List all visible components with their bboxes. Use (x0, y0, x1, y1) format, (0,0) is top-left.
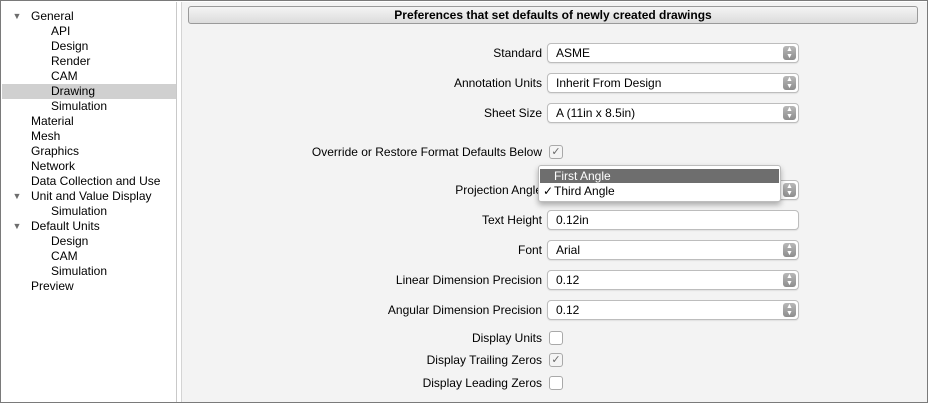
select-value: 0.12in (556, 213, 589, 227)
sidebar-item-cam[interactable]: CAM (2, 69, 176, 84)
sidebar-item-label: Default Units (31, 219, 100, 233)
up-down-stepper-icon[interactable]: ▲ ▼ (783, 106, 796, 120)
sidebar-item-label: Network (31, 159, 76, 173)
sidebar-item-cam[interactable]: CAM (2, 249, 176, 264)
checkmark-icon: ✓ (551, 354, 561, 366)
up-down-stepper-icon[interactable]: ▲ ▼ (783, 273, 796, 287)
sidebar-item-preview[interactable]: Preview (2, 279, 176, 294)
sidebar-item-label: Unit and Value Display (31, 189, 152, 203)
linear-precision-select[interactable]: 0.12 ▲ ▼ (547, 270, 799, 290)
sidebar-item-label: API (51, 24, 71, 38)
sidebar-item-label: CAM (51, 69, 78, 83)
section-header: Preferences that set defaults of newly c… (188, 6, 918, 24)
sheet-size-select[interactable]: A (11in x 8.5in) ▲ ▼ (547, 103, 799, 123)
angular-precision-label: Angular Dimension Precision (387, 303, 542, 317)
sidebar-item-api[interactable]: API (2, 24, 176, 39)
display-trailing-zeros-checkbox[interactable]: ✓ (549, 353, 563, 367)
up-down-stepper-icon[interactable]: ▲ ▼ (783, 76, 796, 90)
override-label: Override or Restore Format Defaults Belo… (311, 145, 542, 159)
display-units-label: Display Units (471, 331, 542, 345)
sidebar-item-label: Simulation (51, 204, 108, 218)
sidebar-item-render[interactable]: Render (2, 54, 176, 69)
sidebar-item-label: Preview (31, 279, 74, 293)
checkmark-icon: ✓ (551, 146, 561, 158)
sidebar-item-default-units[interactable]: ▼ Default Units (2, 219, 176, 234)
sidebar-item-label: Render (51, 54, 91, 68)
up-down-stepper-icon[interactable]: ▲ ▼ (783, 46, 796, 60)
sidebar-item-simulation[interactable]: Simulation (2, 204, 176, 219)
sidebar-item-data-collection[interactable]: Data Collection and Use (2, 174, 176, 189)
sidebar-item-graphics[interactable]: Graphics (2, 144, 176, 159)
display-leading-zeros-label: Display Leading Zeros (422, 376, 542, 390)
up-down-stepper-icon[interactable]: ▲ ▼ (783, 303, 796, 317)
triangle-down-icon[interactable]: ▼ (12, 189, 22, 204)
annotation-units-select[interactable]: Inherit From Design ▲ ▼ (547, 73, 799, 93)
angular-precision-select[interactable]: 0.12 ▲ ▼ (547, 300, 799, 320)
up-down-stepper-icon[interactable]: ▲ ▼ (783, 183, 796, 197)
text-height-field[interactable]: 0.12in (547, 210, 799, 230)
sidebar-item-design[interactable]: Design (2, 234, 176, 249)
sidebar-item-label: Design (51, 39, 89, 53)
select-value: A (11in x 8.5in) (556, 106, 636, 120)
font-select[interactable]: Arial ▲ ▼ (547, 240, 799, 260)
sidebar-item-label: Simulation (51, 99, 108, 113)
select-value: ASME (556, 46, 591, 60)
menu-item-third-angle[interactable]: ✓ Third Angle (540, 184, 779, 198)
checkmark-icon: ✓ (543, 184, 554, 198)
sidebar-item-mesh[interactable]: Mesh (2, 129, 176, 144)
projection-angle-label: Projection Angle (455, 183, 542, 197)
projection-angle-dropdown-menu[interactable]: First Angle ✓ Third Angle (538, 165, 781, 202)
menu-item-label: Third Angle (554, 184, 615, 198)
sidebar-item-label: Data Collection and Use (31, 174, 161, 188)
drawing-preferences-panel: Preferences that set defaults of newly c… (181, 2, 927, 402)
preferences-window: ▼ General API Design Render CAM Drawing … (0, 0, 928, 403)
up-down-stepper-icon[interactable]: ▲ ▼ (783, 243, 796, 257)
display-leading-zeros-checkbox[interactable] (549, 376, 563, 390)
sidebar-item-design[interactable]: Design (2, 39, 176, 54)
select-value: Inherit From Design (556, 76, 662, 90)
sidebar-item-label: Graphics (31, 144, 80, 158)
display-units-checkbox[interactable] (549, 331, 563, 345)
linear-precision-label: Linear Dimension Precision (395, 273, 542, 287)
sidebar-item-unit-value-display[interactable]: ▼ Unit and Value Display (2, 189, 176, 204)
sidebar-item-label: General (31, 9, 74, 23)
sidebar-item-general[interactable]: ▼ General (2, 9, 176, 24)
sidebar-item-simulation[interactable]: Simulation (2, 99, 176, 114)
triangle-down-icon[interactable]: ▼ (12, 219, 22, 234)
sidebar-item-drawing[interactable]: Drawing (2, 84, 176, 99)
sidebar-item-label: Design (51, 234, 89, 248)
sidebar-item-simulation[interactable]: Simulation (2, 264, 176, 279)
text-height-label: Text Height (481, 213, 542, 227)
select-value: 0.12 (556, 303, 580, 317)
sidebar-item-label: Drawing (51, 84, 96, 98)
sidebar-item-label: Mesh (31, 129, 61, 143)
triangle-down-icon[interactable]: ▼ (12, 9, 22, 24)
standard-select[interactable]: ASME ▲ ▼ (547, 43, 799, 63)
menu-item-first-angle[interactable]: First Angle (540, 169, 779, 183)
override-checkbox[interactable]: ✓ (549, 145, 563, 159)
sidebar-item-network[interactable]: Network (2, 159, 176, 174)
display-trailing-zeros-label: Display Trailing Zeros (426, 353, 542, 367)
font-label: Font (517, 243, 542, 257)
sidebar-tree[interactable]: ▼ General API Design Render CAM Drawing … (2, 2, 177, 402)
sidebar-item-label: CAM (51, 249, 78, 263)
sheet-size-label: Sheet Size (483, 106, 542, 120)
sidebar-item-label: Simulation (51, 264, 108, 278)
sidebar-item-label: Material (31, 114, 74, 128)
annotation-units-label: Annotation Units (453, 76, 542, 90)
select-value: 0.12 (556, 273, 580, 287)
sidebar-item-material[interactable]: Material (2, 114, 176, 129)
select-value: Arial (556, 243, 581, 257)
standard-label: Standard (493, 46, 542, 60)
